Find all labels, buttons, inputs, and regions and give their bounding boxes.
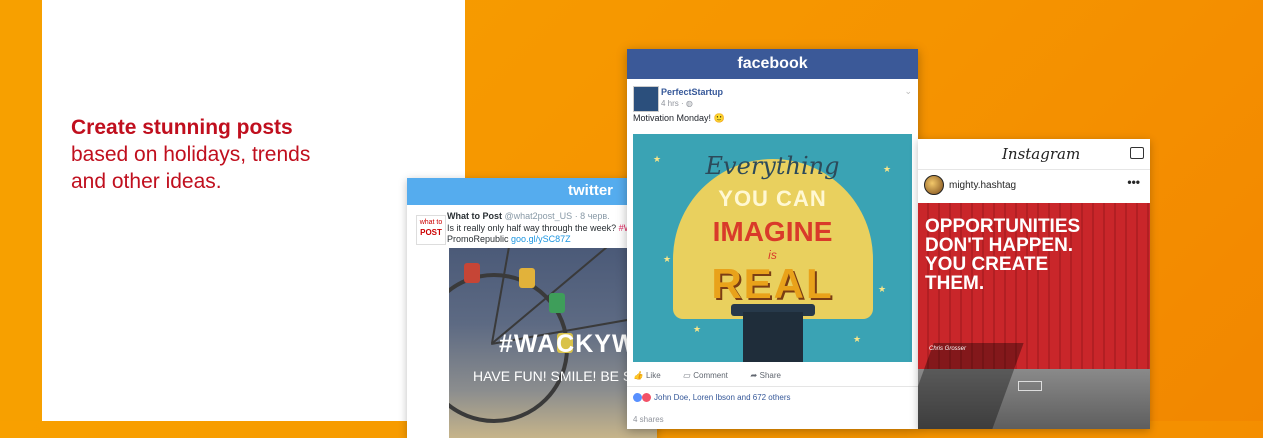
share-icon: ➦ (749, 371, 757, 380)
instagram-logo: Instagram (1002, 145, 1081, 163)
headline-bold: Create stunning posts (71, 116, 293, 139)
comment-label: Comment (693, 371, 728, 380)
share-button[interactable]: ➦ Share (750, 371, 781, 380)
reactions-text: John Doe, Loren Ibson and 672 others (654, 393, 791, 402)
tweet-image[interactable]: #WACKYWEDN HAVE FUN! SMILE! BE SILLY! GO (449, 248, 657, 438)
tweet-line-1: Is it really only half way through the w… (447, 223, 617, 233)
like-label: Like (645, 371, 661, 380)
tweet-line-2: PromoRepublic (447, 234, 509, 244)
star-icon: ★ (693, 324, 702, 334)
facebook-post-text: Motivation Monday! 🙂 (633, 113, 725, 123)
avatar-text-top: what to (419, 219, 443, 226)
tweet-author: What to Post @what2post_US · 8 черв. (447, 211, 610, 221)
love-reaction-icon (642, 393, 651, 402)
headline-line-3: and other ideas. (71, 170, 222, 193)
facebook-page-name[interactable]: PerfectStartup (661, 87, 723, 97)
share-label: Share (759, 371, 781, 380)
divider (627, 386, 918, 387)
left-orange-strip (0, 0, 42, 421)
tweet-author-handle: @what2post_US · 8 черв. (504, 211, 610, 221)
like-button[interactable]: 👍 Like (633, 371, 661, 380)
pedestal-column (743, 312, 803, 362)
tweet-text: Is it really only half way through the w… (447, 223, 657, 245)
thumbs-up-icon: 👍 (633, 371, 643, 380)
facebook-page-avatar[interactable] (633, 86, 659, 112)
chevron-down-icon[interactable]: ⌄ (904, 86, 912, 97)
quote-line-4: THEM. (925, 273, 985, 294)
facebook-post-time: 4 hrs · ◍ (661, 99, 693, 108)
instagram-quote: OPPORTUNITIES DON'T HAPPEN. YOU CREATE T… (925, 217, 1145, 293)
hero-headline: Create stunning posts based on holidays,… (71, 114, 431, 195)
facebook-post-image[interactable]: ★ ★ ★ ★ ★ ★ Everything YOU CAN IMAGINE i… (633, 134, 912, 362)
gondola (549, 293, 565, 313)
quote-line-3: YOU CREATE (925, 254, 1049, 275)
instagram-avatar[interactable] (924, 175, 944, 195)
instagram-post-image[interactable]: OPPORTUNITIES DON'T HAPPEN. YOU CREATE T… (918, 203, 1150, 429)
inbox-icon[interactable] (1130, 147, 1144, 159)
tweet-link[interactable]: goo.gl/ySC87Z (511, 234, 571, 244)
facebook-header-bar: facebook (627, 49, 918, 79)
instagram-post-card: Instagram mighty.hashtag ••• OPPORTUNITI… (918, 139, 1150, 429)
twitter-logo: twitter (568, 182, 613, 199)
star-icon: ★ (853, 334, 862, 344)
more-options-icon[interactable]: ••• (1127, 175, 1140, 189)
avatar-text-main: POST (420, 228, 442, 237)
facebook-action-bar: 👍 Like ▭ Comment ➦ Share (633, 371, 781, 380)
tweet-author-name[interactable]: What to Post (447, 211, 502, 221)
headline-line-2: based on holidays, trends (71, 143, 311, 166)
image-text-imagine: IMAGINE (712, 216, 833, 247)
facebook-reactions[interactable]: John Doe, Loren Ibson and 672 others (633, 393, 791, 402)
twitter-post-card: twitter ➶ what to POST What to Post @wha… (407, 178, 657, 438)
image-text-everything: Everything (705, 152, 840, 180)
facebook-logo: facebook (737, 55, 808, 72)
instagram-header-bar: Instagram (918, 139, 1150, 170)
image-text-you-can: YOU CAN (718, 186, 827, 211)
quote-line-2: DON'T HAPPEN. (925, 235, 1074, 256)
quote-author: Chris Grosser (929, 346, 967, 352)
gondola (464, 263, 480, 283)
twitter-avatar[interactable]: what to POST (416, 215, 446, 245)
image-text-real: REAL (711, 260, 834, 307)
gondola (519, 268, 535, 288)
comment-button[interactable]: ▭ Comment (683, 371, 728, 380)
facebook-post-card: facebook PerfectStartup 4 hrs · ◍ ⌄ Moti… (627, 49, 918, 429)
floor-marking (1018, 381, 1042, 391)
quote-line-1: OPPORTUNITIES (925, 216, 1081, 237)
instagram-username[interactable]: mighty.hashtag (949, 180, 1016, 191)
facebook-shares-count[interactable]: 4 shares (633, 415, 664, 424)
white-text-panel (42, 0, 465, 421)
twitter-header-bar: twitter ➶ (407, 178, 657, 205)
like-reaction-icon (633, 393, 642, 402)
comment-icon: ▭ (682, 371, 691, 380)
